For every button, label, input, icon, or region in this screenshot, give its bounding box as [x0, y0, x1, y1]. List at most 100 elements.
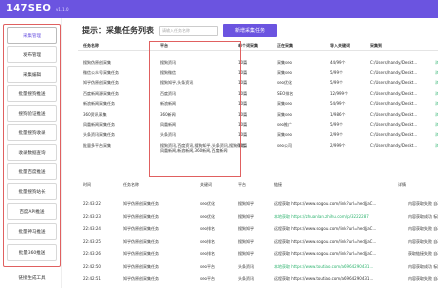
log-cell[interactable]: 本地获取 https://zhuanlan.zhihu.com/p/322228…	[274, 214, 404, 220]
log-cell: 头条资讯	[238, 263, 254, 269]
table-cell: 10篇	[238, 132, 248, 137]
table-row[interactable]: 批量多平台采集 搜狗资讯,百度资讯,搜狗知乎,头条资讯,搜狗微信,凤凰新闻,新浪新…	[78, 143, 438, 153]
table-cell: 采集seo	[277, 101, 292, 106]
app-logo: 147SEO	[6, 3, 52, 14]
table-cell: 12/999个	[330, 91, 349, 96]
log-cell: seo优化	[200, 213, 215, 219]
log-cell: 知乎伪原创采集任务	[123, 251, 159, 256]
log-cell: 搜狗知乎	[238, 251, 254, 256]
sidebar-item[interactable]: 百度API推送	[7, 203, 57, 220]
log-cell[interactable]: 本地获取 https://www.toutiao.com/a6964290431…	[274, 264, 404, 270]
table-cell: C:/Users/handy/Deskt...	[370, 60, 418, 65]
sidebar-item[interactable]: 链接生成工具	[7, 269, 57, 286]
sidebar-item[interactable]: 批量神马推送	[7, 223, 57, 240]
log-cell: 22:42:50	[83, 263, 101, 269]
table-row[interactable]: 微信公众号采集任务 搜狗微信 10篇 采集seo 5/99个 C:/Users/handy…	[78, 70, 438, 80]
log-cell: 内容获取失败 自动跳过	[408, 201, 438, 206]
log-cell: 内容获取成功 标题：SEO...	[408, 263, 438, 269]
log-column-header: 链接	[274, 182, 282, 187]
table-cell: C:/Users/handy/Deskt...	[370, 80, 418, 85]
column-header: 采集到	[370, 43, 382, 48]
log-cell[interactable]: 远程获取 https://www.sogou.com/link?url=hedJ…	[274, 226, 404, 232]
table-cell: 10篇	[238, 122, 248, 127]
table-cell: 采集seo	[277, 60, 292, 65]
log-cell: 22:43:25	[83, 238, 101, 244]
sidebar-item[interactable]: 采集编辑	[7, 66, 57, 83]
log-cell: seo排名	[200, 251, 215, 256]
platform-column-highlight	[149, 41, 241, 177]
log-column-header: 时间	[83, 182, 91, 187]
log-cell: 内容获取失败 自动跳过	[408, 238, 438, 244]
log-cell: 知乎伪原创采集任务	[123, 226, 159, 231]
log-cell[interactable]: 远程获取 https://www.sogou.com/link?url=hedJ…	[274, 251, 404, 257]
table-cell: 10篇	[238, 101, 248, 106]
table-row[interactable]: 搜狗伪原创采集 搜狗资讯 10篇 采集seo 44/99个 C:/Users/handy/…	[78, 60, 438, 70]
add-task-button[interactable]: 新增采集任务	[223, 24, 277, 37]
table-cell: 10篇	[238, 60, 248, 65]
log-cell[interactable]: 远程获取 https://www.sogou.com/link?url=hedJ…	[274, 201, 404, 207]
table-row[interactable]: 凤凰新闻采集任务 凤凰新闻 10篇 seo推广 5/99个 C:/Users/handy/…	[78, 122, 438, 132]
app-version: v1.1.0	[56, 7, 69, 12]
log-header: 时间 任务名称 关键词 平台 链接 详情	[78, 182, 438, 190]
sidebar-item[interactable]: 批量360推送	[7, 244, 57, 261]
log-cell: 22:43:23	[83, 213, 101, 219]
log-cell: seo排名	[200, 238, 215, 244]
log-column-header: 关键词	[200, 182, 212, 187]
log-cell: 内容获取成功 标题：SEO...	[408, 213, 438, 219]
log-row: 22:42:51 知乎伪原创采集任务 seo平台 头条资讯 远程获取 https://w…	[78, 276, 438, 284]
table-row[interactable]: 头条资讯采集任务 头条资讯 10篇 采集seo 2/99个 C:/Users/handy/…	[78, 132, 438, 142]
log-cell: 22:42:51	[83, 276, 101, 281]
table-cell: 采集seo	[277, 112, 292, 117]
table-cell: C:/Users/handy/Deskt...	[370, 101, 418, 106]
log-cell[interactable]: 远程获取 https://www.sogou.com/link?url=hedJ…	[274, 239, 404, 245]
log-cell: 内容获取失败 自动跳过	[408, 276, 438, 281]
log-column-header: 平台	[238, 182, 246, 187]
table-cell: C:/Users/handy/Deskt...	[370, 122, 418, 127]
log-cell: 22:43:22	[83, 201, 101, 206]
log-cell: 知乎伪原创采集任务	[123, 276, 159, 281]
log-cell: 知乎伪原创采集任务	[123, 238, 159, 244]
log-cell: 22:43:26	[83, 251, 101, 256]
log-row: 22:43:26 知乎伪原创采集任务 seo排名 搜狗知乎 远程获取 https://w…	[78, 251, 438, 259]
table-cell: seo公司	[277, 143, 292, 148]
table-cell: seo推广	[277, 122, 292, 127]
table-row[interactable]: 新浪新闻采集任务 新浪新闻 10篇 采集seo 54/99个 C:/Users/handy…	[78, 101, 438, 111]
sidebar-item[interactable]: 批量百度推送	[7, 163, 57, 180]
table-cell: 新浪新闻采集任务	[83, 101, 115, 106]
log-cell: 获取链接失败 自动跳过	[408, 251, 438, 256]
sidebar-item[interactable]: 采集管理	[7, 27, 57, 44]
table-cell: seo优化	[277, 80, 292, 85]
table-cell: 360资讯采集	[83, 112, 107, 117]
table-row[interactable]: 百度新闻源采集任务 百度资讯 10篇 SEO排名 12/999个 C:/Users/han…	[78, 91, 438, 101]
log-cell: 搜狗知乎	[238, 213, 254, 219]
table-cell: 百度新闻源采集任务	[83, 91, 119, 96]
table-cell: C:/Users/handy/Deskt...	[370, 70, 418, 75]
sidebar-item[interactable]: 搜狗验证推送	[7, 105, 57, 122]
table-cell: 10篇	[238, 70, 248, 75]
sidebar-item[interactable]: 收录数据查询	[7, 144, 57, 161]
sidebar-item[interactable]: 发布管理	[7, 46, 57, 63]
table-cell: C:/Users/handy/Deskt...	[370, 132, 418, 137]
log-cell[interactable]: 远程获取 https://www.toutiao.com/a6964290431…	[274, 276, 404, 282]
sidebar-item[interactable]: 批量搜狗站长	[7, 183, 57, 200]
table-cell: 5/99个	[330, 122, 343, 127]
log-cell: 搜狗知乎	[238, 226, 254, 231]
search-input[interactable]: 请输入任务名称	[159, 26, 218, 36]
table-cell: 微信公众号采集任务	[83, 70, 119, 75]
table-cell: 1/986个	[330, 112, 346, 117]
table-cell: 44/99个	[330, 60, 346, 65]
log-cell: seo排名	[200, 226, 215, 231]
table-cell: SEO排名	[277, 91, 294, 96]
table-cell: 2/999个	[330, 143, 346, 148]
table-row[interactable]: 360资讯采集 360新闻 10篇 采集seo 1/986个 C:/Users/handy…	[78, 112, 438, 122]
table-row[interactable]: 知乎伪原创采集任务 搜狗知乎,头条资讯 10篇 seo优化 5/99个 C:/Users/…	[78, 80, 438, 90]
sidebar-item[interactable]: 批量搜狗收录	[7, 124, 57, 141]
page-title: 提示：采集任务列表	[82, 26, 154, 35]
log-row: 22:43:23 知乎伪原创采集任务 seo优化 搜狗知乎 本地获取 https://z…	[78, 214, 438, 222]
table-cell: 54/99个	[330, 101, 346, 106]
log-cell: 头条资讯	[238, 276, 254, 281]
table-cell: 10篇	[238, 143, 248, 148]
sidebar-item[interactable]: 批量搜狗推送	[7, 85, 57, 102]
table-cell: C:/Users/handy/Deskt...	[370, 91, 418, 96]
table-cell: 10篇	[238, 112, 248, 117]
